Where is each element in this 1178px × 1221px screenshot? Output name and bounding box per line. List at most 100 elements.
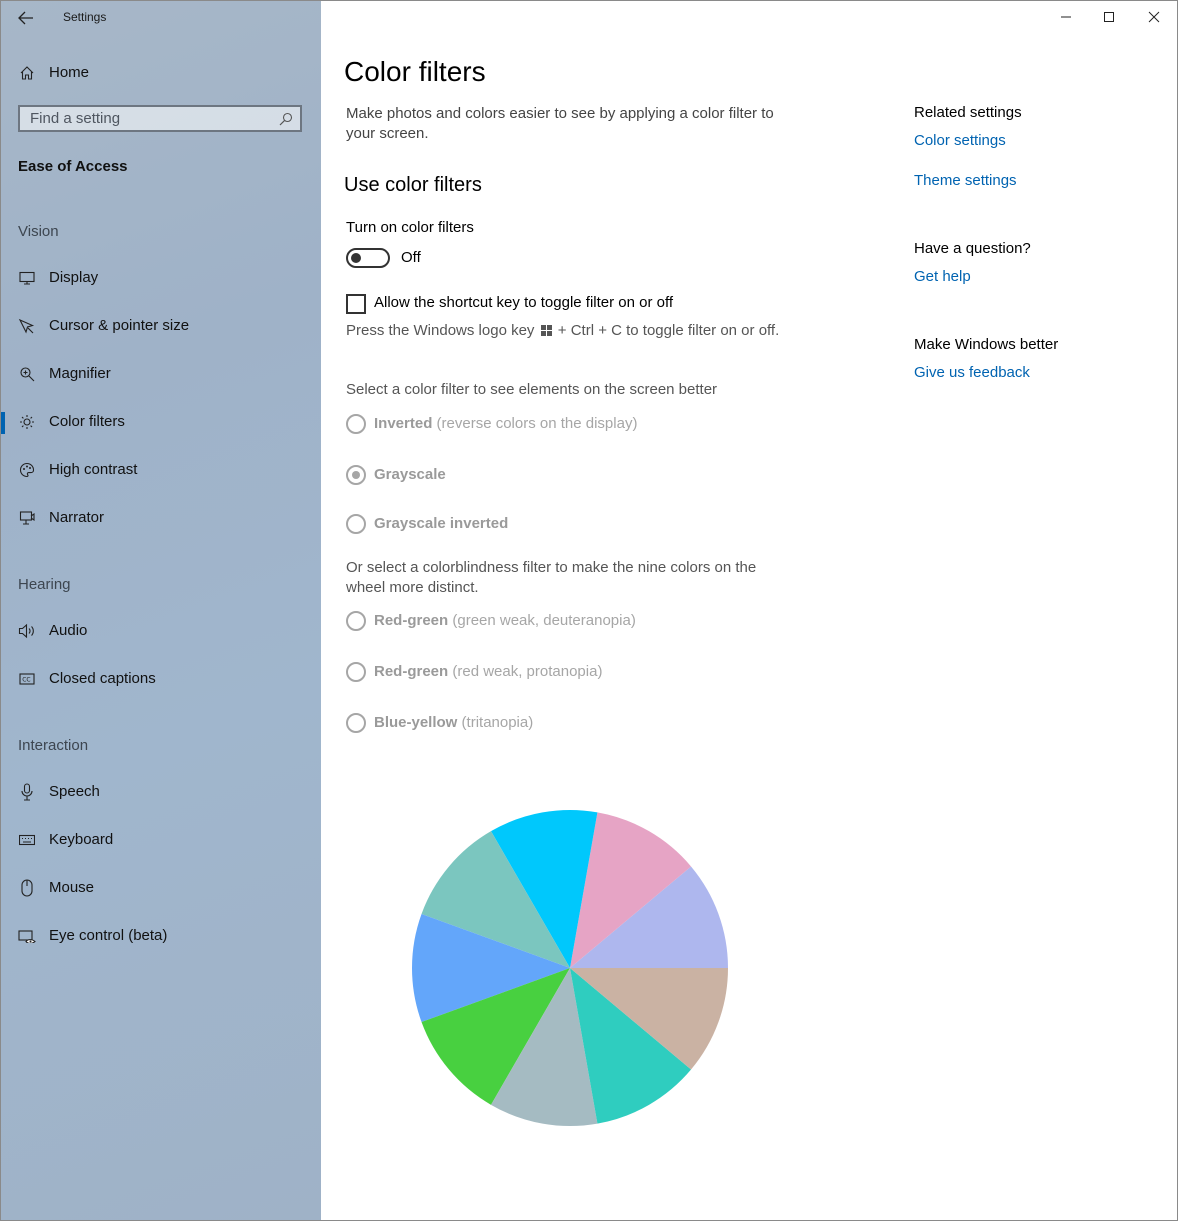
- toggle-label: Turn on color filters: [346, 219, 474, 236]
- svg-text:CC: CC: [22, 677, 30, 684]
- filter-prompt: Select a color filter to see elements on…: [346, 381, 718, 398]
- filter-name: Grayscale inverted: [374, 515, 509, 532]
- sidebar: Settings Home Ease of Access Vision Disp…: [1, 1, 321, 1220]
- keyboard-icon: [18, 832, 36, 848]
- sun-icon: [18, 414, 36, 430]
- radio-label: Blue-yellow (tritanopia): [374, 714, 533, 731]
- filter-name: Grayscale: [374, 466, 446, 483]
- question-heading: Have a question?: [914, 240, 1031, 257]
- page-title: Color filters: [344, 56, 486, 87]
- sidebar-item-cursor[interactable]: Cursor & pointer size: [1, 306, 321, 346]
- sidebar-item-label: Color filters: [49, 413, 125, 430]
- sidebar-item-label: Eye control (beta): [49, 927, 168, 944]
- sidebar-item-label: Narrator: [49, 509, 105, 526]
- settings-window: Settings Home Ease of Access Vision Disp…: [0, 0, 1178, 1221]
- radio-button[interactable]: [346, 662, 366, 682]
- radio-label: Grayscale inverted: [374, 515, 508, 532]
- captions-icon: CC: [18, 671, 36, 687]
- give-feedback-link[interactable]: Give us feedback: [914, 364, 1030, 381]
- radio-button[interactable]: [346, 414, 366, 434]
- section-interaction: Interaction: [18, 737, 89, 754]
- sidebar-item-speech[interactable]: Speech: [1, 772, 321, 812]
- sidebar-item-magnifier[interactable]: Magnifier: [1, 354, 321, 394]
- color-wheel: [412, 810, 728, 1126]
- sidebar-item-label: Mouse: [49, 879, 95, 896]
- radio-dot: [352, 471, 360, 479]
- shortcut-label[interactable]: Allow the shortcut key to toggle filter …: [374, 294, 673, 311]
- section-title: Use color filters: [344, 174, 482, 196]
- sidebar-item-narrator[interactable]: Narrator: [1, 498, 321, 538]
- filter-name: Red-green: [374, 612, 449, 629]
- narrator-icon: [18, 510, 36, 526]
- sidebar-item-audio[interactable]: Audio: [1, 611, 321, 651]
- section-vision: Vision: [18, 223, 59, 240]
- back-arrow-icon: [18, 11, 33, 25]
- eye-icon: [18, 928, 36, 944]
- search-input[interactable]: [20, 107, 280, 130]
- sidebar-item-label: Keyboard: [49, 831, 114, 848]
- microphone-icon: [18, 783, 36, 801]
- filter-name: Inverted: [374, 415, 433, 432]
- radio-label: Grayscale: [374, 466, 446, 483]
- toggle-state: Off: [401, 249, 421, 266]
- filter-detail: (red weak, protanopia): [452, 663, 603, 680]
- sidebar-item-color-filters[interactable]: Color filters: [1, 402, 321, 442]
- magnifier-icon: [18, 366, 36, 382]
- windows-logo-icon: [540, 325, 552, 336]
- color-filter-toggle[interactable]: [346, 248, 390, 268]
- radio-button[interactable]: [346, 514, 366, 534]
- colorblind-prompt: Or select a colorblindness filter to mak…: [346, 559, 757, 596]
- section-hearing: Hearing: [18, 576, 71, 593]
- radio-button[interactable]: [346, 713, 366, 733]
- selection-indicator: [1, 412, 5, 434]
- sidebar-item-label: Speech: [49, 783, 100, 800]
- sidebar-item-label: Display: [49, 269, 99, 286]
- radio-label: Red-green (green weak, deuteranopia): [374, 612, 636, 629]
- filter-detail: (reverse colors on the display): [436, 415, 638, 432]
- color-settings-link[interactable]: Color settings: [914, 132, 1006, 149]
- mouse-icon: [18, 879, 36, 897]
- theme-settings-link[interactable]: Theme settings: [914, 172, 1017, 189]
- shortcut-hint: Press the Windows logo key + Ctrl + C to…: [346, 322, 779, 339]
- palette-icon: [18, 462, 36, 478]
- cursor-icon: [18, 318, 36, 334]
- radio-button[interactable]: [346, 611, 366, 631]
- app-title: Settings: [63, 10, 107, 24]
- sidebar-item-label: Cursor & pointer size: [49, 317, 190, 334]
- group-title: Ease of Access: [18, 158, 128, 175]
- main-content: Color filters Make photos and colors eas…: [321, 1, 1177, 1220]
- filter-name: Red-green: [374, 663, 449, 680]
- radio-label: Red-green (red weak, protanopia): [374, 663, 602, 680]
- sidebar-item-mouse[interactable]: Mouse: [1, 868, 321, 908]
- search-icon[interactable]: [278, 111, 294, 127]
- sidebar-item-label: High contrast: [49, 461, 138, 478]
- shortcut-checkbox[interactable]: [346, 294, 366, 314]
- sidebar-item-eye-control[interactable]: Eye control (beta): [1, 916, 321, 956]
- sidebar-item-label: Magnifier: [49, 365, 111, 382]
- sidebar-item-display[interactable]: Display: [1, 258, 321, 298]
- related-settings-heading: Related settings: [914, 104, 1022, 121]
- sidebar-item-high-contrast[interactable]: High contrast: [1, 450, 321, 490]
- sidebar-item-label: Closed captions: [49, 670, 156, 687]
- back-button[interactable]: [15, 7, 37, 29]
- sidebar-item-closed-captions[interactable]: CC Closed captions: [1, 659, 321, 699]
- page-description: Make photos and colors easier to see by …: [346, 105, 774, 142]
- sidebar-item-label: Audio: [49, 622, 88, 639]
- nav-home[interactable]: Home: [1, 53, 321, 93]
- search-box: [18, 105, 302, 132]
- nav-home-label: Home: [49, 64, 90, 81]
- radio-label: Inverted (reverse colors on the display): [374, 415, 637, 432]
- filter-name: Blue-yellow: [374, 714, 458, 731]
- monitor-icon: [18, 270, 36, 286]
- sidebar-item-keyboard[interactable]: Keyboard: [1, 820, 321, 860]
- shortcut-hint-before: Press the Windows logo key: [346, 322, 535, 339]
- title-bar: Settings: [1, 1, 321, 35]
- feedback-heading: Make Windows better: [914, 336, 1059, 353]
- home-icon: [18, 65, 36, 81]
- get-help-link[interactable]: Get help: [914, 268, 971, 285]
- radio-button[interactable]: [346, 465, 366, 485]
- filter-detail: (tritanopia): [461, 714, 534, 731]
- filter-detail: (green weak, deuteranopia): [452, 612, 636, 629]
- toggle-knob: [351, 253, 361, 263]
- shortcut-hint-after: + Ctrl + C to toggle filter on or off.: [557, 322, 780, 339]
